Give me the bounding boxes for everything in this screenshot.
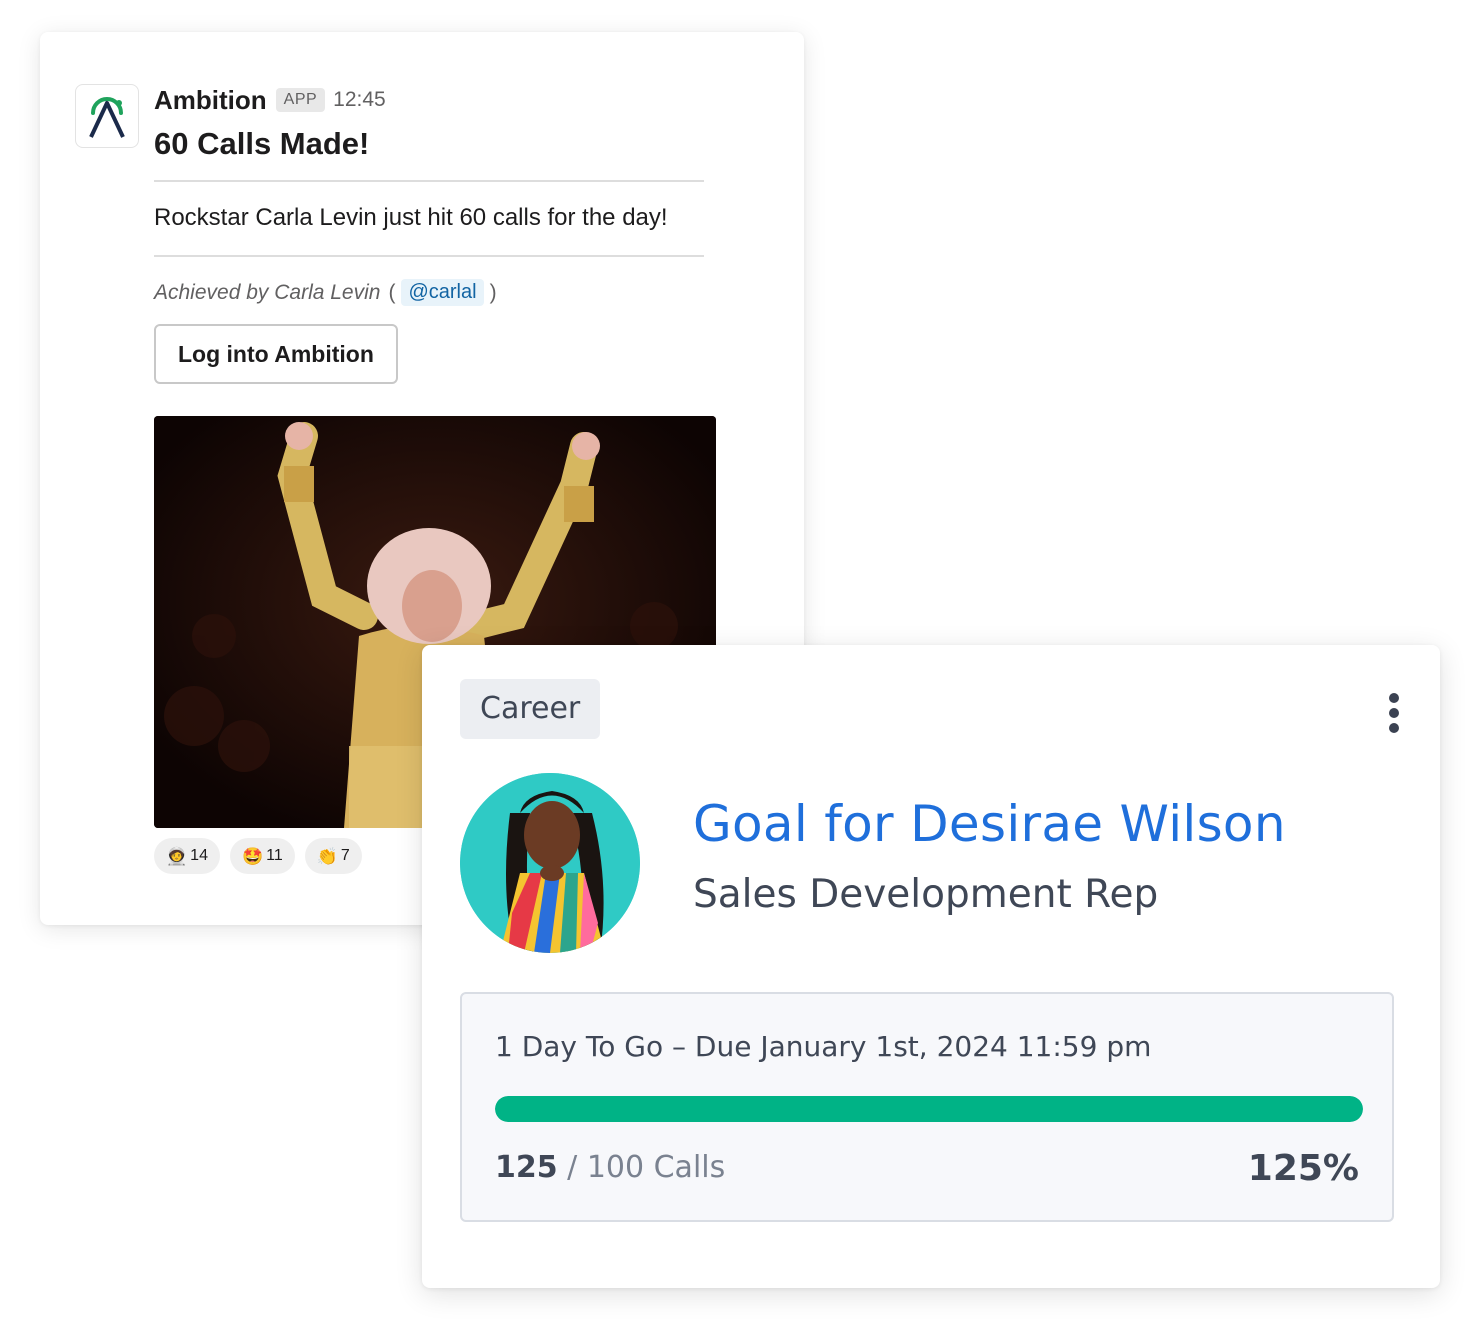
reaction-count: 11 [266,847,283,864]
log-into-ambition-button[interactable]: Log into Ambition [154,324,398,384]
app-badge: APP [275,88,326,112]
due-date-text: 1 Day To Go – Due January 1st, 2024 11:5… [495,1030,1152,1063]
message-title: 60 Calls Made! [154,126,370,161]
open-paren: ( [388,280,396,304]
divider [154,180,704,182]
reaction-clapping[interactable]: 👏 7 [304,838,362,874]
goal-progress-panel: 1 Day To Go – Due January 1st, 2024 11:5… [460,992,1394,1222]
reactions-bar: 🧑‍🚀 14 🤩 11 👏 7 [154,838,362,874]
message-timestamp[interactable]: 12:45 [333,88,386,112]
clapping-hands-icon: 👏 [316,846,338,866]
progress-bar-fill [495,1096,1363,1122]
progress-percent: 125% [1247,1148,1359,1189]
progress-bar [495,1096,1363,1122]
ambition-logo-icon[interactable] [75,84,139,148]
reaction-astronaut[interactable]: 🧑‍🚀 14 [154,838,220,874]
star-struck-icon: 🤩 [241,846,264,866]
avatar [460,773,640,953]
target-value: 100 Calls [586,1150,726,1185]
reaction-count: 14 [190,847,208,864]
category-tag[interactable]: Career [460,679,601,739]
achieved-by-label: Achieved by Carla Levin [154,280,381,304]
progress-count: 125 / 100 Calls [495,1150,725,1185]
message-header: Ambition APP 12:45 [154,84,714,116]
astronaut-icon: 🧑‍🚀 [166,846,188,866]
close-paren: ) [489,280,497,304]
message-body: Ambition APP 12:45 60 Calls Made! Rockst… [154,84,714,384]
reaction-star-struck[interactable]: 🤩 11 [229,838,295,874]
user-role: Sales Development Rep [693,872,1159,917]
separator: / [557,1150,587,1185]
message-text: Rockstar Carla Levin just hit 60 calls f… [154,204,668,231]
achieved-by-line: Achieved by Carla Levin ( @carlal ) [154,279,714,306]
more-options-icon[interactable] [1386,693,1402,733]
reaction-count: 7 [340,847,350,864]
app-name[interactable]: Ambition [154,85,267,116]
current-value: 125 [495,1150,558,1185]
divider [154,255,704,257]
goal-title[interactable]: Goal for Desirae Wilson [693,795,1286,853]
goal-card: Career Goal for Desirae Wilson Sales Dev… [422,645,1440,1288]
user-mention[interactable]: @carlal [401,279,484,306]
